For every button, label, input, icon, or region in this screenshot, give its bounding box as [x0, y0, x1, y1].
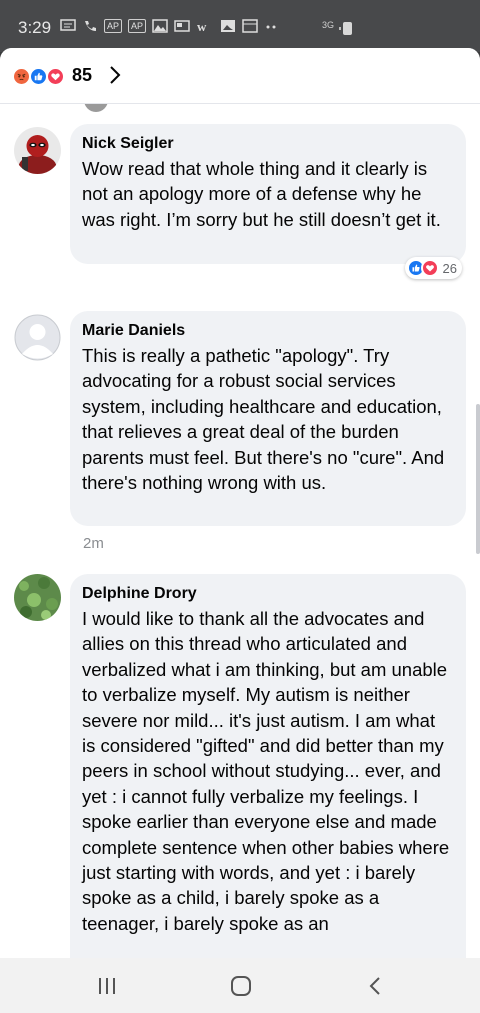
chevron-right-icon[interactable] [108, 64, 122, 92]
status-time: 3:29 [18, 18, 52, 37]
w-app-icon: w [197, 19, 207, 33]
comment-bubble[interactable]: Marie Daniels This is really a pathetic … [70, 311, 466, 526]
comment-timestamp[interactable]: 2m [83, 535, 104, 552]
comment-author[interactable]: Nick Seigler [82, 134, 452, 154]
svg-text:w: w [197, 19, 207, 33]
recent-apps-icon[interactable] [87, 972, 127, 1000]
comment-bubble[interactable]: Nick Seigler Wow read that whole thing a… [70, 124, 466, 264]
comment-text: Wow read that whole thing and it clearly… [82, 158, 441, 230]
reactions-summary[interactable]: 85 [0, 48, 480, 104]
reaction-count: 26 [442, 260, 457, 276]
ap-notification-icon: AP [128, 19, 147, 33]
comment-bubble[interactable]: Delphine Drory I would like to thank all… [70, 574, 466, 958]
avatar[interactable] [14, 574, 61, 621]
ap-notification-icon: AP [104, 19, 123, 33]
scrollbar[interactable] [476, 404, 480, 554]
home-icon[interactable] [221, 972, 261, 1000]
gallery-icon [221, 20, 236, 32]
comment-text: This is really a pathetic "apology". Try… [82, 345, 445, 494]
comment-author[interactable]: Delphine Drory [82, 584, 452, 604]
comment-reactions[interactable]: 26 [404, 257, 462, 279]
battery-icon [343, 22, 352, 35]
more-notifications-icon [266, 25, 276, 29]
notification-icons: AP AP w [60, 19, 278, 33]
navigation-bar [0, 958, 480, 1013]
news-icon [174, 20, 190, 32]
status-bar: 3:29 AP AP w 3G [0, 0, 480, 52]
love-icon [420, 259, 439, 277]
message-icon [60, 19, 76, 31]
image-icon [152, 19, 168, 33]
network-type: 3G [321, 20, 334, 30]
avatar[interactable] [14, 314, 61, 361]
reaction-count: 85 [72, 65, 93, 85]
comments-sheet: 85 Nick Seigler Wow read that whole thin… [0, 48, 480, 958]
love-icon [46, 67, 65, 86]
comment-author[interactable]: Marie Daniels [82, 321, 452, 341]
avatar[interactable] [14, 127, 61, 174]
call-icon [85, 21, 96, 31]
browser-icon [242, 19, 258, 33]
comment-text: I would like to thank all the advocates … [82, 608, 450, 934]
back-icon[interactable] [355, 972, 395, 1000]
